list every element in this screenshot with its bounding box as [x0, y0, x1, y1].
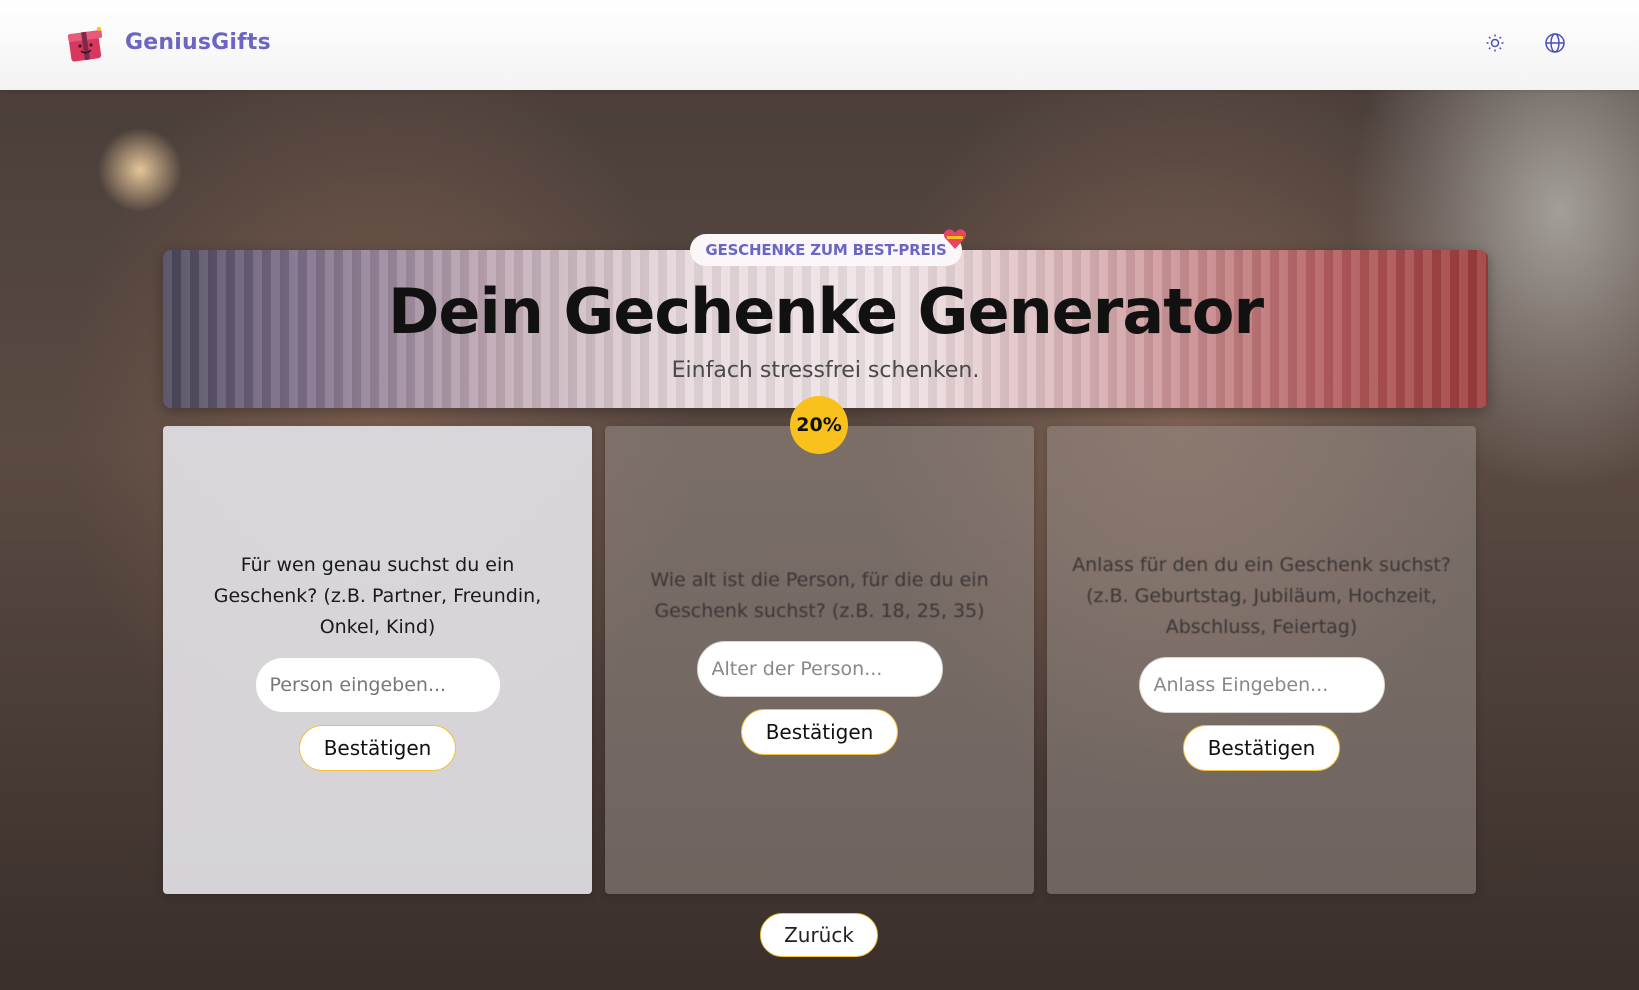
promo-badge: GESCHENKE ZUM BEST-PREIS: [690, 229, 967, 266]
hero-section: GESCHENKE ZUM BEST-PREIS Dein Gechenke G…: [0, 90, 1639, 990]
brand-name[interactable]: GeniusGifts: [125, 30, 271, 55]
question-text: Wie alt ist die Person, für die du ein G…: [650, 569, 989, 622]
confirm-button[interactable]: Bestätigen: [741, 709, 898, 755]
language-button[interactable]: [1540, 30, 1570, 60]
age-input[interactable]: [696, 641, 943, 697]
navbar: GeniusGifts: [0, 0, 1639, 90]
gift-box-icon[interactable]: [64, 24, 108, 64]
question-card-age: Wie alt ist die Person, für die du ein G…: [605, 426, 1034, 894]
globe-icon: [1544, 32, 1566, 58]
back-button[interactable]: Zurück: [760, 913, 878, 957]
question-text: Anlass für den du ein Geschenk suchst? (…: [1072, 553, 1451, 638]
badge-text: GESCHENKE ZUM BEST-PREIS: [705, 241, 947, 259]
theme-toggle-button[interactable]: [1480, 30, 1510, 60]
progress-label: 20%: [796, 414, 842, 436]
question-card-occasion: Anlass für den du ein Geschenk suchst? (…: [1047, 426, 1476, 894]
heart-gift-icon: [942, 226, 968, 252]
question-text: Für wen genau suchst du ein Geschenk? (z…: [213, 553, 542, 638]
sun-icon: [1485, 33, 1505, 57]
page-subtitle: Einfach stressfrei schenken.: [671, 358, 980, 383]
person-input[interactable]: [254, 656, 501, 713]
occasion-input[interactable]: [1138, 656, 1385, 713]
confirm-button[interactable]: Bestätigen: [1183, 724, 1340, 771]
page-title: Dein Gechenke Generator: [387, 275, 1264, 348]
progress-badge: 20%: [790, 396, 848, 454]
question-card-person: Für wen genau suchst du ein Geschenk? (z…: [163, 426, 592, 894]
confirm-button[interactable]: Bestätigen: [299, 724, 456, 771]
